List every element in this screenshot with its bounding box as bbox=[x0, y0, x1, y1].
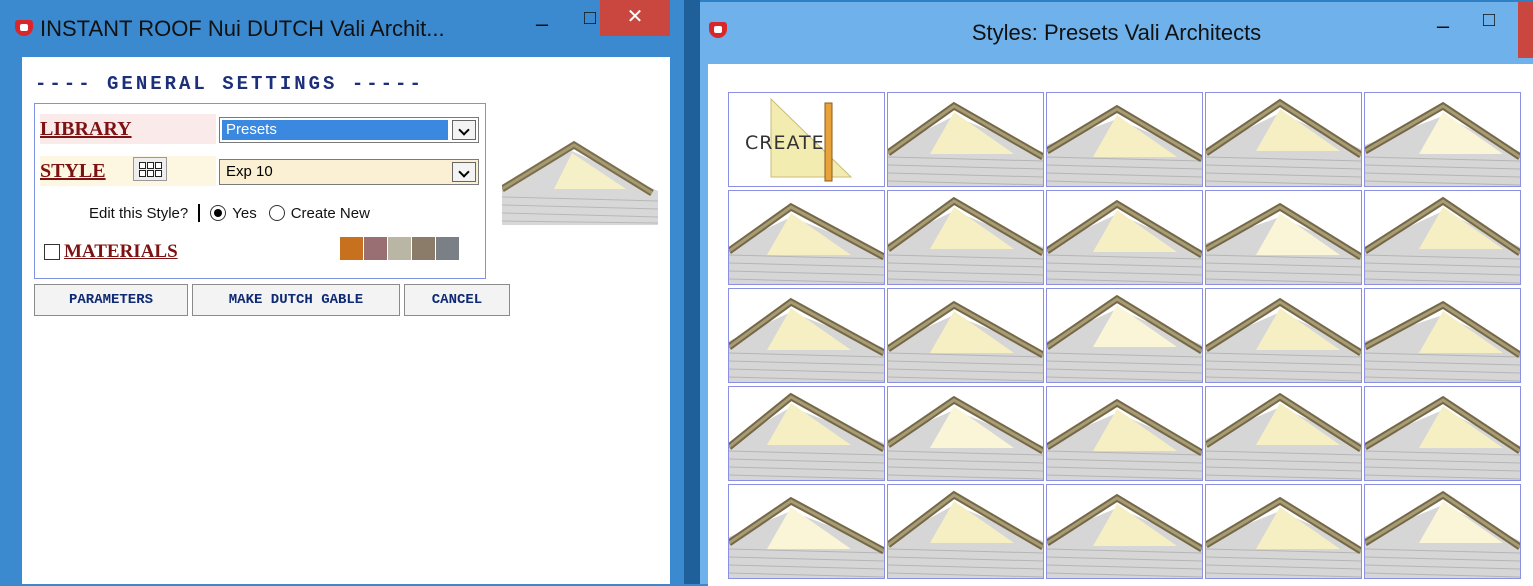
chevron-down-icon[interactable] bbox=[452, 162, 476, 182]
instant-roof-window: INSTANT ROOF Nui DUTCH Vali Archit... – … bbox=[0, 0, 684, 584]
maximize-button[interactable]: □ bbox=[1472, 6, 1506, 36]
material-swatch[interactable] bbox=[340, 237, 363, 260]
style-preset-thumbnail[interactable] bbox=[1364, 190, 1521, 285]
window-title: INSTANT ROOF Nui DUTCH Vali Archit... bbox=[40, 16, 445, 41]
create-new-radio[interactable] bbox=[268, 205, 285, 221]
library-select[interactable]: Presets bbox=[219, 117, 479, 143]
style-preset-thumbnail[interactable] bbox=[1364, 288, 1521, 383]
style-grid-icon[interactable] bbox=[133, 157, 167, 181]
edit-style-options: Edit this Style? Yes Create New bbox=[89, 204, 370, 222]
style-preset-thumbnail[interactable] bbox=[1205, 386, 1362, 481]
style-preset-thumbnail[interactable] bbox=[728, 288, 885, 383]
text-cursor bbox=[198, 204, 201, 222]
style-select[interactable]: Exp 10 bbox=[219, 159, 479, 185]
style-preset-thumbnail[interactable] bbox=[887, 386, 1044, 481]
window-title: Styles: Presets Vali Architects bbox=[971, 20, 1262, 45]
yes-radio-label[interactable]: Yes bbox=[232, 205, 256, 222]
style-preset-thumbnail[interactable] bbox=[1205, 484, 1362, 579]
yes-radio[interactable] bbox=[210, 205, 227, 221]
edit-style-prompt: Edit this Style? bbox=[89, 204, 189, 222]
style-preset-thumbnail[interactable] bbox=[887, 288, 1044, 383]
title-bar[interactable]: Styles: Presets Vali Architects – □ bbox=[700, 2, 1533, 58]
style-select-value: Exp 10 bbox=[226, 163, 273, 180]
style-preset-thumbnail[interactable] bbox=[1364, 92, 1521, 187]
materials-checkbox[interactable] bbox=[44, 244, 60, 260]
style-preset-thumbnail[interactable] bbox=[1205, 92, 1362, 187]
style-preset-thumbnail[interactable] bbox=[1205, 288, 1362, 383]
library-select-value: Presets bbox=[222, 120, 448, 140]
style-preset-thumbnail[interactable] bbox=[1046, 92, 1203, 187]
style-preset-thumbnail[interactable] bbox=[1046, 484, 1203, 579]
library-label[interactable]: LIBRARY bbox=[40, 118, 132, 140]
chevron-down-icon[interactable] bbox=[452, 120, 476, 140]
create-new-radio-label[interactable]: Create New bbox=[291, 205, 370, 222]
desktop-gap bbox=[684, 0, 700, 584]
create-style-label: CREATE bbox=[745, 132, 825, 154]
style-preview-image bbox=[500, 135, 659, 230]
style-gallery-client-area: CREATE bbox=[708, 64, 1533, 586]
style-label[interactable]: STYLE bbox=[40, 160, 106, 182]
style-preset-thumbnail[interactable] bbox=[887, 190, 1044, 285]
style-row: STYLE bbox=[40, 156, 216, 186]
create-style-tile[interactable]: CREATE bbox=[728, 92, 885, 187]
material-swatch[interactable] bbox=[388, 237, 411, 260]
material-swatch[interactable] bbox=[436, 237, 459, 260]
style-preset-thumbnail[interactable] bbox=[887, 92, 1044, 187]
make-dutch-gable-button[interactable]: MAKE DUTCH GABLE bbox=[192, 284, 400, 316]
style-preset-thumbnail[interactable] bbox=[728, 386, 885, 481]
minimize-button[interactable]: – bbox=[1426, 12, 1460, 42]
style-preset-thumbnail[interactable] bbox=[728, 484, 885, 579]
styles-presets-window: Styles: Presets Vali Architects – □ CREA… bbox=[700, 0, 1533, 586]
library-row: LIBRARY bbox=[40, 114, 216, 144]
style-preset-thumbnail[interactable] bbox=[1046, 386, 1203, 481]
style-preset-thumbnail[interactable] bbox=[1046, 288, 1203, 383]
settings-client-area: ---- GENERAL SETTINGS ----- LIBRARY Pres… bbox=[22, 57, 670, 584]
style-preset-thumbnail[interactable] bbox=[1364, 386, 1521, 481]
close-button[interactable] bbox=[1518, 2, 1533, 58]
title-bar[interactable]: INSTANT ROOF Nui DUTCH Vali Archit... – … bbox=[0, 0, 684, 56]
sketchup-app-icon bbox=[14, 18, 34, 38]
style-preset-thumbnail[interactable] bbox=[728, 190, 885, 285]
cancel-button[interactable]: CANCEL bbox=[404, 284, 510, 316]
material-swatch[interactable] bbox=[412, 237, 435, 260]
materials-row: MATERIALS bbox=[44, 237, 178, 267]
style-preset-thumbnail[interactable] bbox=[1046, 190, 1203, 285]
minimize-button[interactable]: – bbox=[525, 10, 559, 40]
style-preset-thumbnail[interactable] bbox=[887, 484, 1044, 579]
material-swatch[interactable] bbox=[364, 237, 387, 260]
settings-panel: LIBRARY Presets STYLE Exp 10 Edit this S… bbox=[34, 103, 486, 279]
style-preset-thumbnail[interactable] bbox=[1364, 484, 1521, 579]
parameters-button[interactable]: PARAMETERS bbox=[34, 284, 188, 316]
general-settings-heading: ---- GENERAL SETTINGS ----- bbox=[35, 73, 424, 95]
close-button[interactable]: ✕ bbox=[600, 0, 670, 36]
materials-label[interactable]: MATERIALS bbox=[64, 237, 178, 267]
style-preset-thumbnail[interactable] bbox=[1205, 190, 1362, 285]
